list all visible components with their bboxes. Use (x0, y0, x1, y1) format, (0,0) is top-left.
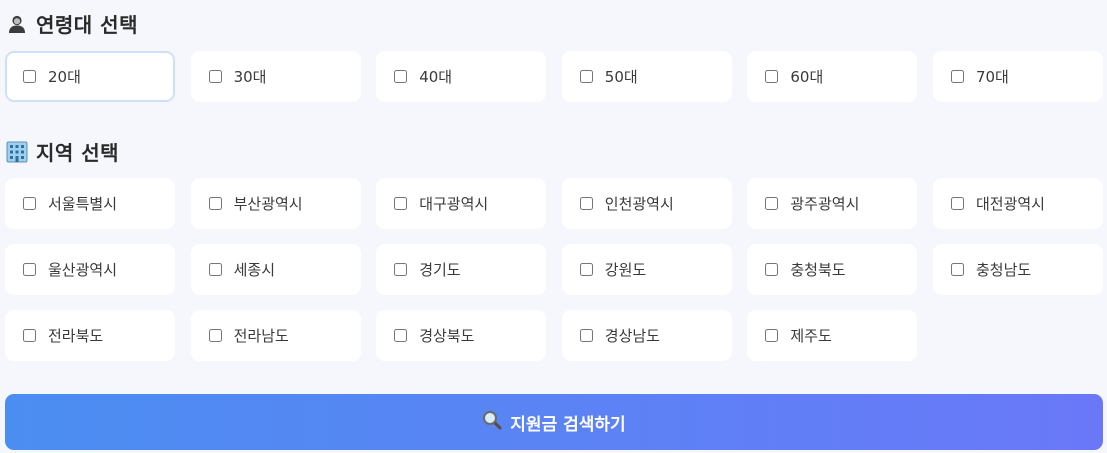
region-checkbox-daegu[interactable] (394, 197, 408, 210)
region-option-seoul[interactable]: 서울특별시 (5, 178, 175, 229)
region-option-daejeon[interactable]: 대전광역시 (932, 178, 1103, 229)
region-option-label: 대전광역시 (975, 195, 1045, 213)
region-options-grid: 서울특별시 부산광역시 대구광역시 인천광역시 광주광역시 대전광역시 울산광역… (5, 178, 1103, 361)
region-option-gwangju[interactable]: 광주광역시 (747, 178, 918, 229)
age-option-label: 70대 (975, 68, 1009, 86)
age-option-label: 30대 (233, 68, 267, 86)
region-option-ulsan[interactable]: 울산광역시 (5, 244, 175, 295)
age-option-label: 60대 (790, 68, 824, 86)
age-option-label: 40대 (419, 68, 453, 86)
region-option-incheon[interactable]: 인천광역시 (561, 178, 732, 229)
age-options-grid: 20대 30대 40대 50대 60대 70대 (5, 51, 1103, 102)
age-option-50s[interactable]: 50대 (561, 51, 732, 102)
age-option-40s[interactable]: 40대 (376, 51, 547, 102)
magnifier-icon (482, 410, 502, 435)
region-checkbox-ulsan[interactable] (23, 263, 36, 276)
age-option-70s[interactable]: 70대 (932, 51, 1103, 102)
region-checkbox-sejong[interactable] (208, 263, 222, 276)
region-checkbox-gangwon[interactable] (579, 263, 593, 276)
region-option-label: 경상남도 (604, 327, 660, 345)
age-option-label: 50대 (604, 68, 638, 86)
region-option-gyeonggi[interactable]: 경기도 (376, 244, 547, 295)
age-checkbox-50s[interactable] (579, 70, 593, 83)
age-option-label: 20대 (48, 68, 81, 86)
region-checkbox-daejeon[interactable] (950, 197, 964, 210)
region-option-daegu[interactable]: 대구광역시 (376, 178, 547, 229)
region-option-label: 충청북도 (790, 261, 846, 279)
region-option-busan[interactable]: 부산광역시 (190, 178, 361, 229)
region-section-title-text: 지역 선택 (36, 141, 120, 165)
region-option-label: 인천광역시 (604, 195, 674, 213)
region-option-label: 세종시 (233, 261, 275, 279)
age-section-title-text: 연령대 선택 (36, 13, 138, 37)
region-checkbox-jeonnam[interactable] (208, 329, 222, 342)
person-silhouette-icon (6, 13, 28, 35)
age-option-60s[interactable]: 60대 (747, 51, 918, 102)
region-checkbox-gyeongbuk[interactable] (394, 329, 408, 342)
region-checkbox-jeonbuk[interactable] (23, 329, 36, 342)
region-option-gyeongnam[interactable]: 경상남도 (561, 310, 732, 361)
region-option-label: 서울특별시 (48, 195, 118, 213)
region-checkbox-gwangju[interactable] (765, 197, 779, 210)
region-checkbox-gyeongnam[interactable] (579, 329, 593, 342)
region-option-label: 대구광역시 (419, 195, 489, 213)
region-checkbox-busan[interactable] (208, 197, 222, 210)
region-option-label: 경기도 (419, 261, 461, 279)
region-option-sejong[interactable]: 세종시 (190, 244, 361, 295)
region-option-label: 광주광역시 (790, 195, 860, 213)
region-option-label: 강원도 (604, 261, 647, 279)
region-section-title: 지역 선택 (6, 137, 119, 166)
age-checkbox-70s[interactable] (950, 70, 964, 83)
region-checkbox-jeju[interactable] (765, 329, 779, 342)
age-option-20s[interactable]: 20대 (5, 51, 175, 102)
search-button-label: 지원금 검색하기 (510, 414, 626, 435)
region-checkbox-seoul[interactable] (23, 197, 36, 210)
region-checkbox-incheon[interactable] (579, 197, 593, 210)
region-option-label: 경상북도 (419, 327, 475, 345)
age-checkbox-40s[interactable] (394, 70, 408, 83)
office-building-icon (6, 141, 28, 163)
region-option-jeonnam[interactable]: 전라남도 (190, 310, 361, 361)
region-option-label: 울산광역시 (48, 261, 118, 279)
age-option-30s[interactable]: 30대 (190, 51, 361, 102)
region-option-chungbuk[interactable]: 충청북도 (747, 244, 918, 295)
region-option-gangwon[interactable]: 강원도 (561, 244, 732, 295)
region-option-label: 제주도 (790, 327, 832, 345)
age-checkbox-30s[interactable] (208, 70, 222, 83)
region-checkbox-gyeonggi[interactable] (394, 263, 408, 276)
search-subsidy-button[interactable]: 지원금 검색하기 (5, 394, 1103, 450)
region-option-jeonbuk[interactable]: 전라북도 (5, 310, 175, 361)
region-checkbox-chungnam[interactable] (950, 263, 964, 276)
region-option-label: 전라남도 (233, 327, 289, 345)
region-option-chungnam[interactable]: 충청남도 (932, 244, 1103, 295)
region-checkbox-chungbuk[interactable] (765, 263, 779, 276)
age-section-title: 연령대 선택 (6, 9, 138, 38)
region-option-label: 전라북도 (48, 327, 104, 345)
region-option-label: 충청남도 (975, 261, 1032, 279)
region-option-jeju[interactable]: 제주도 (747, 310, 918, 361)
region-option-label: 부산광역시 (233, 195, 303, 213)
age-checkbox-20s[interactable] (23, 70, 36, 83)
region-option-gyeongbuk[interactable]: 경상북도 (376, 310, 547, 361)
age-checkbox-60s[interactable] (765, 70, 779, 83)
